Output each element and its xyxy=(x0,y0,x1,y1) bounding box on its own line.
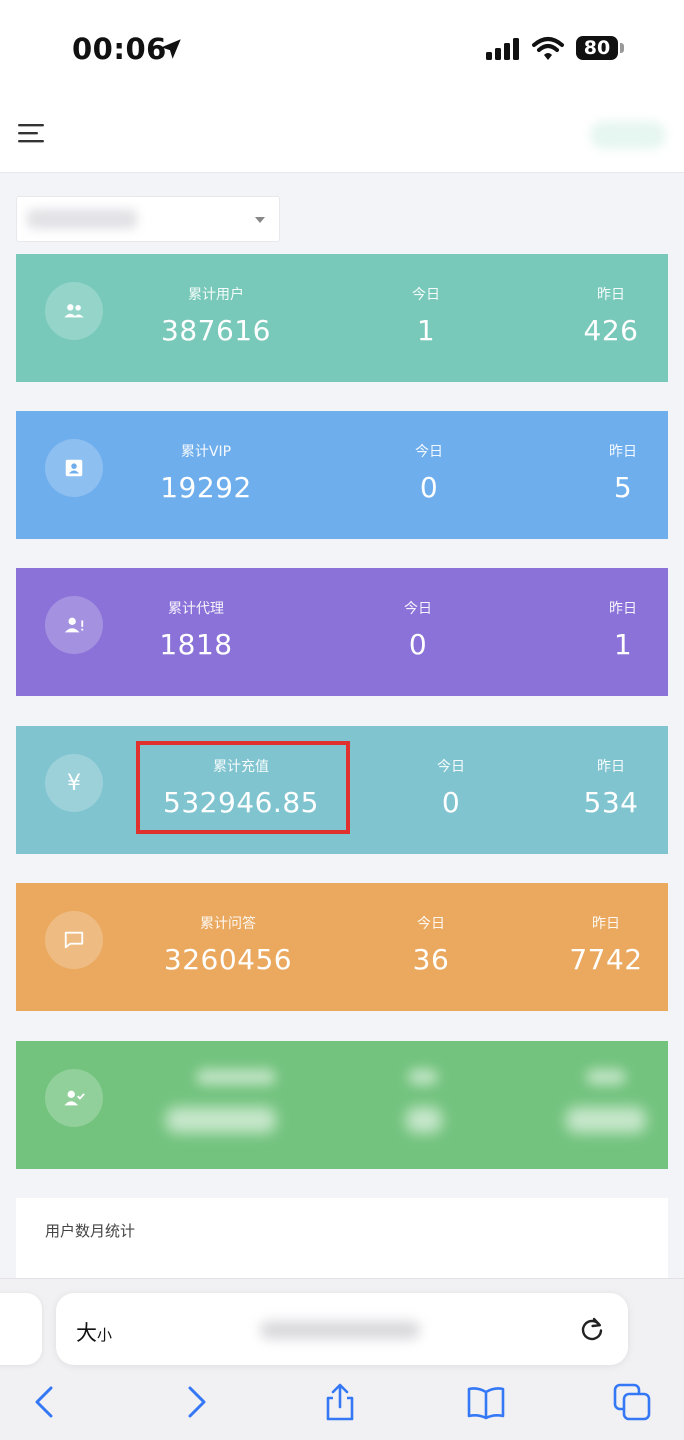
stat-value: 1818 xyxy=(159,628,233,661)
redacted-today-label xyxy=(408,1069,438,1085)
today-label: 今日 xyxy=(404,601,432,617)
status-time: 00:06 xyxy=(72,32,167,66)
select-value-redacted xyxy=(27,209,137,229)
scope-select[interactable] xyxy=(16,196,280,242)
user-check-icon xyxy=(45,1069,103,1127)
chat-icon xyxy=(45,911,103,969)
address-bar[interactable]: 大小 xyxy=(56,1293,628,1365)
battery-cap xyxy=(620,43,624,53)
redacted-label xyxy=(196,1069,276,1085)
yesterday-value: 7742 xyxy=(569,943,643,976)
previous-tab-card[interactable] xyxy=(0,1293,42,1365)
wifi-icon xyxy=(532,37,564,60)
menu-icon[interactable] xyxy=(18,123,44,143)
header-account-redacted[interactable] xyxy=(590,121,666,149)
redacted-today-value xyxy=(406,1107,442,1133)
monthly-stats-panel: 用户数月统计 xyxy=(16,1198,668,1288)
battery-indicator: 80 xyxy=(576,36,618,60)
agent-user-icon xyxy=(45,596,103,654)
today-value: 1 xyxy=(416,314,436,347)
tabs-icon[interactable] xyxy=(612,1382,652,1422)
today-value: 0 xyxy=(408,628,428,661)
location-arrow-icon xyxy=(161,39,181,59)
chevron-down-icon xyxy=(255,217,265,223)
yesterday-value: 426 xyxy=(583,314,639,347)
yesterday-label: 昨日 xyxy=(597,759,625,775)
redacted-yesterday-label xyxy=(586,1069,626,1085)
stat-value: 387616 xyxy=(161,314,271,347)
stat-value: 19292 xyxy=(160,471,252,504)
text-size-small: 小 xyxy=(97,1326,113,1344)
redacted-yesterday-value xyxy=(566,1107,646,1133)
stat-card-redacted xyxy=(16,1041,668,1169)
today-label: 今日 xyxy=(417,916,445,932)
today-value: 0 xyxy=(441,786,461,819)
stat-card-agents: 累计代理 1818 今日 0 昨日 1 xyxy=(16,568,668,696)
text-size-button[interactable]: 大小 xyxy=(76,1317,112,1347)
yesterday-value: 1 xyxy=(613,628,633,661)
yesterday-value: 5 xyxy=(613,471,633,504)
status-bar: 00:06 80 xyxy=(0,0,684,95)
yuan-icon: ¥ xyxy=(45,754,103,812)
stat-value: 3260456 xyxy=(163,943,293,976)
highlight-box xyxy=(136,741,350,834)
text-size-large: 大 xyxy=(76,1321,97,1345)
today-value: 0 xyxy=(419,471,439,504)
today-label: 今日 xyxy=(412,287,440,303)
signal-icon xyxy=(486,38,519,60)
stat-card-users: 累计用户 387616 今日 1 昨日 426 xyxy=(16,254,668,382)
yesterday-label: 昨日 xyxy=(597,287,625,303)
share-icon[interactable] xyxy=(320,1382,360,1422)
today-label: 今日 xyxy=(437,759,465,775)
stat-card-vip: 累计VIP 19292 今日 0 昨日 5 xyxy=(16,411,668,539)
yesterday-label: 昨日 xyxy=(609,601,637,617)
app-header xyxy=(0,95,684,173)
bookmarks-icon[interactable] xyxy=(466,1382,506,1422)
reload-icon[interactable] xyxy=(578,1315,606,1343)
yesterday-label: 昨日 xyxy=(592,916,620,932)
yesterday-value: 534 xyxy=(583,786,639,819)
today-value: 36 xyxy=(412,943,450,976)
back-icon[interactable] xyxy=(26,1382,66,1422)
stat-card-qa: 累计问答 3260456 今日 36 昨日 7742 xyxy=(16,883,668,1011)
stat-label: 累计代理 xyxy=(168,601,224,617)
yesterday-label: 昨日 xyxy=(609,444,637,460)
stat-label: 累计问答 xyxy=(200,916,256,932)
panel-title: 用户数月统计 xyxy=(45,1222,136,1240)
forward-icon[interactable] xyxy=(176,1382,216,1422)
today-label: 今日 xyxy=(415,444,443,460)
users-icon xyxy=(45,282,103,340)
stat-label: 累计VIP xyxy=(180,444,232,460)
redacted-value xyxy=(166,1107,276,1133)
stat-label: 累计用户 xyxy=(188,287,244,303)
id-card-icon xyxy=(45,439,103,497)
url-redacted xyxy=(260,1321,420,1339)
